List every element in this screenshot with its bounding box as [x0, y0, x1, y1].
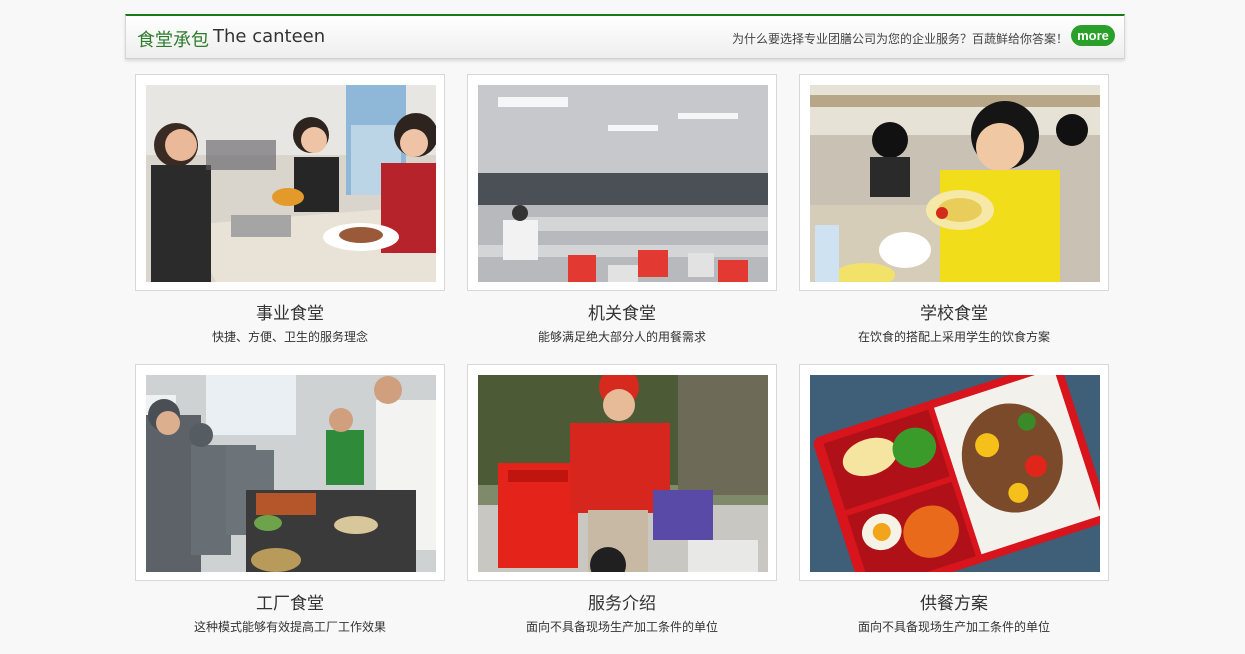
card-title[interactable]: 供餐方案 — [799, 589, 1109, 614]
card-factory-canteen[interactable]: 工厂食堂 这种模式能够有效提高工厂工作效果 — [135, 364, 445, 654]
card-government-canteen[interactable]: 机关食堂 能够满足绝大部分人的用餐需求 — [467, 74, 777, 364]
card-description: 在饮食的搭配上采用学生的饮食方案 — [857, 330, 1050, 344]
card-description: 面向不具备现场生产加工条件的单位 — [857, 620, 1050, 634]
photo-frame — [467, 74, 777, 291]
delivery-rider-photo[interactable] — [478, 375, 768, 572]
card-institution-canteen[interactable]: 事业食堂 快捷、方便、卫生的服务理念 — [135, 74, 445, 364]
photo-frame — [467, 364, 777, 581]
card-description: 能够满足绝大部分人的用餐需求 — [537, 330, 706, 344]
photo-frame — [799, 74, 1109, 291]
bento-box-photo[interactable] — [810, 375, 1100, 572]
card-school-canteen[interactable]: 学校食堂 在饮食的搭配上采用学生的饮食方案 — [799, 74, 1109, 364]
photo-frame — [135, 74, 445, 291]
card-description: 面向不具备现场生产加工条件的单位 — [525, 620, 718, 634]
factory-workers-photo[interactable] — [146, 375, 436, 572]
section-tagline: 为什么要选择专业团膳公司为您的企业服务？百蔬鲜给你答案！ — [731, 32, 1068, 46]
canteen-diners-photo[interactable] — [146, 85, 436, 282]
dining-hall-photo[interactable] — [478, 85, 768, 282]
section-title-en: The canteen — [213, 26, 326, 47]
card-title[interactable]: 机关食堂 — [467, 299, 777, 324]
card-meal-plan[interactable]: 供餐方案 面向不具备现场生产加工条件的单位 — [799, 364, 1109, 654]
section-title-cn: 食堂承包 — [137, 30, 209, 51]
card-title[interactable]: 事业食堂 — [135, 299, 445, 324]
photo-frame — [135, 364, 445, 581]
card-title[interactable]: 工厂食堂 — [135, 589, 445, 614]
card-title[interactable]: 服务介绍 — [467, 589, 777, 614]
card-title[interactable]: 学校食堂 — [799, 299, 1109, 324]
card-service-intro[interactable]: 服务介绍 面向不具备现场生产加工条件的单位 — [467, 364, 777, 654]
photo-frame — [799, 364, 1109, 581]
school-children-photo[interactable] — [810, 85, 1100, 282]
card-description: 这种模式能够有效提高工厂工作效果 — [193, 620, 386, 634]
canteen-section-header: 食堂承包 The canteen 为什么要选择专业团膳公司为您的企业服务？百蔬鲜… — [125, 14, 1125, 59]
more-button[interactable]: more — [1071, 25, 1115, 46]
card-description: 快捷、方便、卫生的服务理念 — [211, 330, 368, 344]
